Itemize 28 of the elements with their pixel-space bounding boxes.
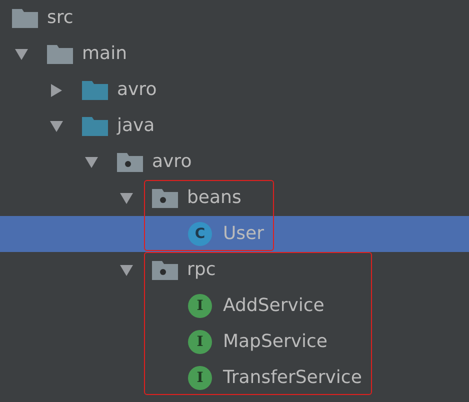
tree-item[interactable]: avro	[0, 144, 192, 180]
selected-tree-item[interactable]: C User	[0, 216, 264, 252]
interface-icon: I	[188, 330, 212, 354]
collapse-arrow-icon[interactable]	[50, 120, 63, 132]
tree-item[interactable]: java	[0, 108, 155, 144]
tree-item[interactable]: I MapService	[0, 324, 328, 360]
folder-icon	[12, 7, 38, 29]
tree-item[interactable]: avro	[0, 72, 157, 108]
tree-item[interactable]: I AddService	[0, 288, 324, 324]
tree-item[interactable]: beans	[0, 180, 242, 216]
package-folder-icon	[117, 151, 143, 173]
collapse-arrow-icon[interactable]	[15, 48, 28, 60]
interface-icon: I	[188, 366, 212, 390]
folder-icon	[47, 43, 73, 65]
folder-icon	[82, 79, 108, 101]
interface-icon: I	[188, 294, 212, 318]
collapse-arrow-icon[interactable]	[120, 192, 133, 204]
tree-item[interactable]: I TransferService	[0, 360, 362, 396]
package-folder-icon	[152, 259, 178, 281]
collapse-arrow-icon[interactable]	[120, 264, 133, 276]
folder-icon	[82, 115, 108, 137]
tree-item[interactable]: main	[0, 36, 127, 72]
tree-item[interactable]: rpc	[0, 252, 216, 288]
package-folder-icon	[152, 187, 178, 209]
class-icon: C	[188, 222, 212, 246]
expand-arrow-icon[interactable]	[50, 84, 63, 96]
collapse-arrow-icon[interactable]	[85, 156, 98, 168]
tree-item[interactable]: src	[0, 0, 74, 36]
